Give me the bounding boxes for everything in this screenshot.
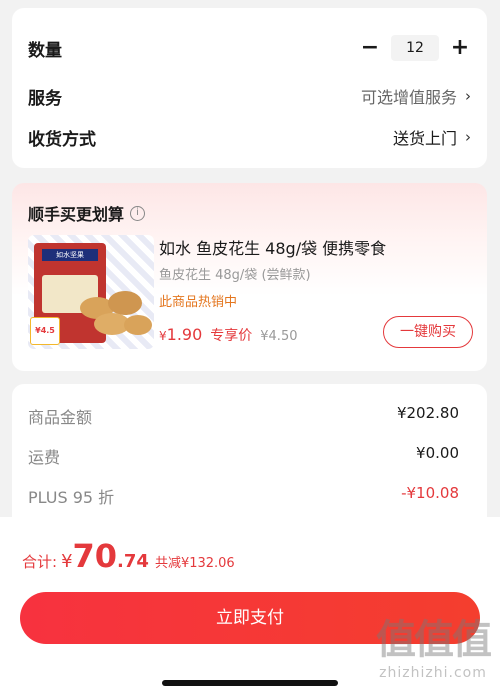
delivery-value: 送货上门 xyxy=(392,129,457,148)
summary-value: ¥202.80 xyxy=(396,404,459,422)
minus-icon[interactable]: − xyxy=(359,37,381,59)
product-price: ¥1.90 xyxy=(159,325,203,344)
service-value: 可选增值服务 xyxy=(360,88,457,107)
checkout-bar: 合计: ¥ 70 .74 共减¥132.06 立即支付 值值值 zhizhizh… xyxy=(0,517,500,696)
quantity-stepper: − 12 + xyxy=(359,35,471,61)
watermark: 值值值 zhizhizhi.com xyxy=(376,607,492,681)
quantity-row: 数量 − 12 + xyxy=(28,33,471,63)
image-price-tag: ¥4.5 xyxy=(30,317,60,345)
quantity-label: 数量 xyxy=(28,40,62,61)
service-label: 服务 xyxy=(28,88,62,109)
total-saved: 共减¥132.06 xyxy=(154,556,235,571)
summary-row-plus-discount: PLUS 95 折 -¥10.08 xyxy=(28,484,459,508)
info-icon[interactable]: i xyxy=(130,205,146,221)
watermark-logo: 值值值 xyxy=(376,617,492,663)
order-options-card: 数量 − 12 + 服务 可选增值服务 › 收货方式 送货上门 › xyxy=(12,8,487,168)
total-decimal: .74 xyxy=(117,551,149,572)
home-indicator[interactable] xyxy=(162,680,338,686)
chevron-right-icon: › xyxy=(465,87,471,105)
watermark-url: zhizhizhi.com xyxy=(379,665,487,681)
price-tag-label: 专享价 xyxy=(210,328,253,344)
product-spec: 鱼皮花生 48g/袋 (尝鲜款) xyxy=(159,268,311,283)
deal-title-text: 顺手买更划算 xyxy=(28,205,125,224)
original-price: ¥4.50 xyxy=(260,329,298,344)
total-amount: 70 xyxy=(72,537,118,575)
price-summary-card: 商品金额 ¥202.80 运费 ¥0.00 PLUS 95 折 -¥10.08 xyxy=(12,384,487,534)
total-currency: ¥ xyxy=(61,551,73,572)
brand-label: 如水坚果 xyxy=(42,249,98,261)
summary-value: -¥10.08 xyxy=(401,484,459,502)
service-row[interactable]: 服务 可选增值服务 › xyxy=(28,81,471,111)
total-label: 合计: xyxy=(22,553,58,571)
one-click-buy-button[interactable]: 一键购买 xyxy=(383,316,473,348)
product-image[interactable]: 如水坚果 ¥4.5 xyxy=(28,235,154,349)
summary-value: ¥0.00 xyxy=(416,444,459,462)
summary-label: 商品金额 xyxy=(28,408,93,427)
order-total: 合计: ¥ 70 .74 共减¥132.06 xyxy=(22,537,235,575)
addon-deal-card: 顺手买更划算 i 如水坚果 ¥4.5 如水 鱼皮花生 48g/袋 便携零食 鱼皮… xyxy=(12,183,487,371)
delivery-label: 收货方式 xyxy=(28,129,96,150)
chevron-right-icon: › xyxy=(465,128,471,146)
plus-icon[interactable]: + xyxy=(449,37,471,59)
summary-row-shipping: 运费 ¥0.00 xyxy=(28,444,459,468)
summary-row-goods: 商品金额 ¥202.80 xyxy=(28,404,459,428)
product-status: 此商品热销中 xyxy=(159,295,238,310)
summary-label: 运费 xyxy=(28,448,61,467)
quantity-input[interactable]: 12 xyxy=(391,35,439,61)
product-name[interactable]: 如水 鱼皮花生 48g/袋 便携零食 xyxy=(159,235,386,259)
price-line: ¥1.90 专享价 ¥4.50 xyxy=(159,325,297,345)
summary-label: PLUS 95 折 xyxy=(28,488,115,507)
delivery-row[interactable]: 收货方式 送货上门 › xyxy=(28,122,471,152)
deal-title: 顺手买更划算 i xyxy=(28,201,146,225)
